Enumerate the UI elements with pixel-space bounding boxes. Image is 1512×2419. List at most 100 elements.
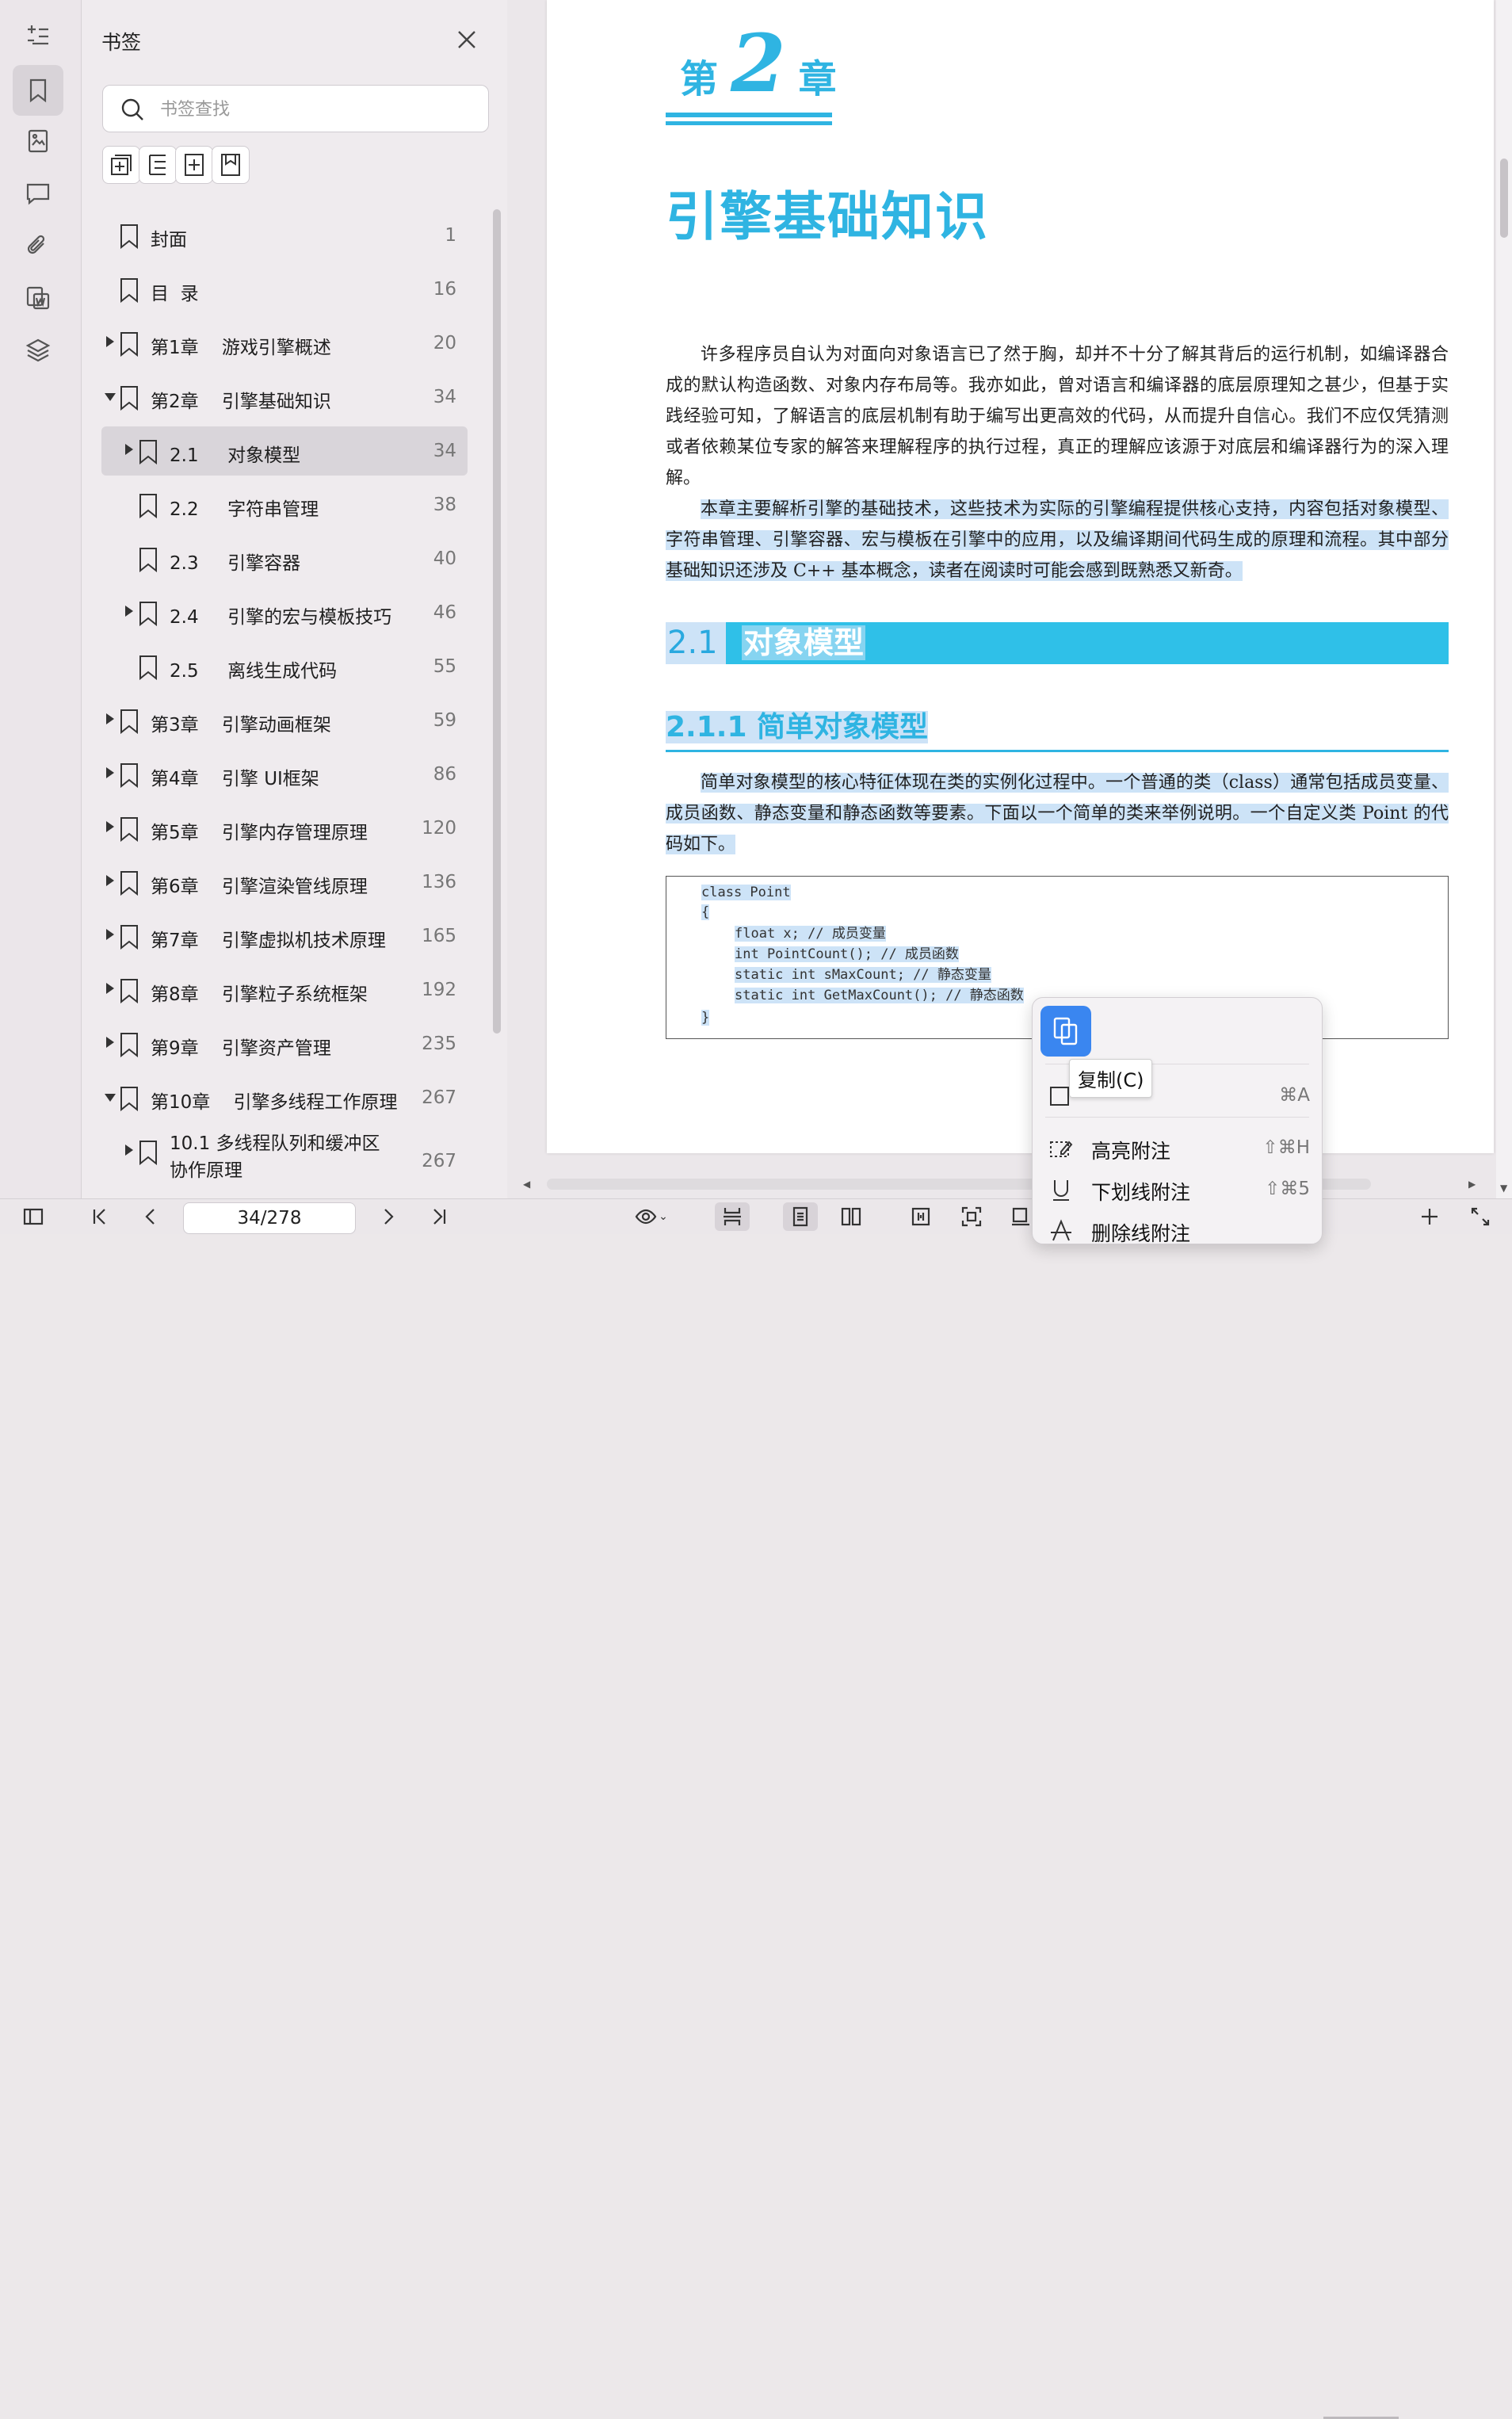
- bookmark-item[interactable]: 第2章 引擎基础知识 34: [101, 373, 468, 422]
- bookmark-panel-icon[interactable]: [13, 65, 63, 116]
- strikethrough-annotation-menu-item[interactable]: 删除线附注: [1048, 1213, 1310, 1248]
- expand-right-icon[interactable]: [106, 336, 114, 347]
- bookmark-label: 第2章 引擎基础知识: [151, 392, 331, 412]
- fit-page-button[interactable]: [954, 1202, 989, 1231]
- code-line: }: [701, 1010, 710, 1026]
- bookmark-page-number: 1: [445, 225, 456, 246]
- single-page-icon: [792, 1206, 808, 1227]
- fullscreen-button[interactable]: [1466, 1202, 1495, 1231]
- scroll-down-arrow-icon[interactable]: ▼: [1500, 1183, 1507, 1194]
- expand-down-icon[interactable]: [105, 393, 116, 401]
- previous-page-button[interactable]: [136, 1202, 165, 1231]
- copy-button[interactable]: [1040, 1006, 1091, 1057]
- bookmark-item[interactable]: 2.4 引擎的宏与模板技巧 46: [101, 588, 468, 637]
- chapter-word-right: 章: [798, 57, 837, 101]
- bookmark-item[interactable]: 第1章 游戏引擎概述 20: [101, 319, 468, 368]
- outline-toggle-icon[interactable]: [13, 11, 63, 62]
- bookmark-page-number: 34: [433, 441, 456, 461]
- bookmark-label: 第8章 引擎粒子系统框架: [151, 984, 368, 1005]
- subsection-title-text: 2.1.1 简单对象模型: [666, 711, 929, 743]
- add-bookmark-button[interactable]: [175, 146, 213, 184]
- expand-right-icon[interactable]: [106, 713, 114, 724]
- bookmark-button[interactable]: [212, 146, 250, 184]
- close-icon[interactable]: [456, 29, 478, 51]
- expand-right-icon[interactable]: [125, 606, 133, 617]
- sidebar-toggle-button[interactable]: [17, 1202, 49, 1231]
- fit-width-button[interactable]: [903, 1202, 938, 1231]
- bookmark-item[interactable]: 第8章 引擎粒子系统框架 192: [101, 965, 468, 1015]
- bookmark-item[interactable]: 第5章 引擎内存管理原理 120: [101, 804, 468, 853]
- zoom-in-button[interactable]: [1415, 1202, 1444, 1231]
- next-page-button[interactable]: [374, 1202, 403, 1231]
- bookmark-icon: [119, 331, 139, 357]
- section-title-text: 对象模型: [742, 625, 866, 660]
- chevron-left-icon: [145, 1209, 155, 1225]
- scroll-right-arrow-icon[interactable]: ▶: [1468, 1179, 1476, 1190]
- bookmark-panel: 书签 封面1目 录16第1章 游戏引擎概述20第2章 引擎基础知识342.1 对…: [82, 0, 507, 1198]
- bookmark-item[interactable]: 2.5 离线生成代码 55: [101, 642, 468, 691]
- chapter-title: 引擎基础知识: [666, 185, 989, 247]
- underline-annotation-menu-item[interactable]: 下划线附注 ⇧⌘5: [1048, 1172, 1310, 1207]
- bookmark-search-input[interactable]: [158, 94, 479, 125]
- two-page-button[interactable]: [834, 1202, 869, 1231]
- bookmark-item[interactable]: 2.3 引擎容器 40: [101, 534, 468, 583]
- bookmark-item[interactable]: 2.2 字符串管理 38: [101, 480, 468, 529]
- expand-down-icon[interactable]: [105, 1094, 116, 1102]
- bookmark-page-number: 20: [433, 333, 456, 353]
- scroll-thumb[interactable]: [1500, 159, 1508, 238]
- bookmark-item[interactable]: 第10章 引擎多线程工作原理 267: [101, 1073, 468, 1122]
- bookmark-item[interactable]: 目 录 16: [101, 265, 468, 314]
- bookmark-label: 第10章 引擎多线程工作原理: [151, 1092, 398, 1113]
- scroll-left-arrow-icon[interactable]: ◀: [523, 1179, 530, 1190]
- vertical-scrollbar[interactable]: [1496, 0, 1512, 1198]
- menu-shortcut: ⇧⌘5: [1265, 1179, 1310, 1199]
- bookmark-page-number: 136: [422, 872, 456, 892]
- document-page[interactable]: 第2章 引擎基础知识 许多程序员自认为对面向对象语言已了然于胸，却并不十分了解其…: [547, 0, 1494, 1153]
- bookmark-item[interactable]: 第3章 引擎动画框架 59: [101, 696, 468, 745]
- bookmark-page-number: 16: [433, 279, 456, 300]
- remove-bookmark-level-button[interactable]: [139, 146, 177, 184]
- expand-right-icon[interactable]: [106, 875, 114, 886]
- expand-right-icon[interactable]: [106, 929, 114, 940]
- single-page-button[interactable]: [783, 1202, 818, 1231]
- panel-scrollbar[interactable]: [493, 209, 501, 1034]
- expand-right-icon[interactable]: [106, 821, 114, 832]
- bookmark-page-number: 46: [433, 602, 456, 623]
- first-page-icon: [93, 1209, 105, 1225]
- view-mode-button[interactable]: ⌄: [628, 1202, 675, 1231]
- continuous-scroll-button[interactable]: [715, 1202, 750, 1231]
- code-line: class Point: [701, 885, 791, 900]
- attachment-icon[interactable]: [13, 220, 63, 271]
- eye-icon: [635, 1209, 657, 1225]
- page-word-icon[interactable]: [13, 273, 63, 323]
- bookmark-icon: [119, 224, 139, 250]
- layers-icon[interactable]: [13, 325, 63, 376]
- outdent-bookmark-icon: [149, 155, 166, 175]
- highlight-annotation-menu-item[interactable]: 高亮附注 ⇧⌘H: [1048, 1131, 1310, 1166]
- comment-icon[interactable]: [13, 168, 63, 219]
- last-page-button[interactable]: [425, 1202, 453, 1231]
- bookmark-item[interactable]: 第9章 引擎资产管理 235: [101, 1019, 468, 1068]
- expand-right-icon[interactable]: [125, 444, 133, 455]
- expand-right-icon[interactable]: [106, 767, 114, 778]
- expand-right-icon[interactable]: [125, 1145, 133, 1156]
- bookmark-item[interactable]: 第6章 引擎渲染管线原理 136: [101, 858, 468, 907]
- bookmark-icon: [119, 870, 139, 896]
- bookmark-item[interactable]: 第4章 引擎 UI框架 86: [101, 750, 468, 799]
- expand-right-icon[interactable]: [106, 983, 114, 994]
- bookmark-item[interactable]: 第7章 引擎虚拟机技术原理 165: [101, 911, 468, 961]
- bookmark-page-number: 86: [433, 764, 456, 785]
- thumbnail-icon[interactable]: [13, 116, 63, 166]
- bookmark-search[interactable]: [102, 85, 489, 132]
- bookmark-icon: [138, 493, 158, 519]
- bookmark-item[interactable]: 2.1 对象模型 34: [101, 426, 468, 476]
- code-line: static int GetMaxCount(); // 静态函数: [735, 988, 1024, 1003]
- bookmark-item[interactable]: 10.1 多线程队列和缓冲区 协作原理 267: [101, 1127, 468, 1187]
- expand-right-icon[interactable]: [106, 1037, 114, 1048]
- first-page-button[interactable]: [86, 1202, 114, 1231]
- bookmark-item[interactable]: 封面 1: [101, 211, 468, 260]
- add-child-bookmark-button[interactable]: [102, 146, 140, 184]
- code-line: {: [701, 904, 710, 920]
- page-number-field[interactable]: 34/278: [183, 1202, 356, 1234]
- bookmark-icon: [119, 978, 139, 1004]
